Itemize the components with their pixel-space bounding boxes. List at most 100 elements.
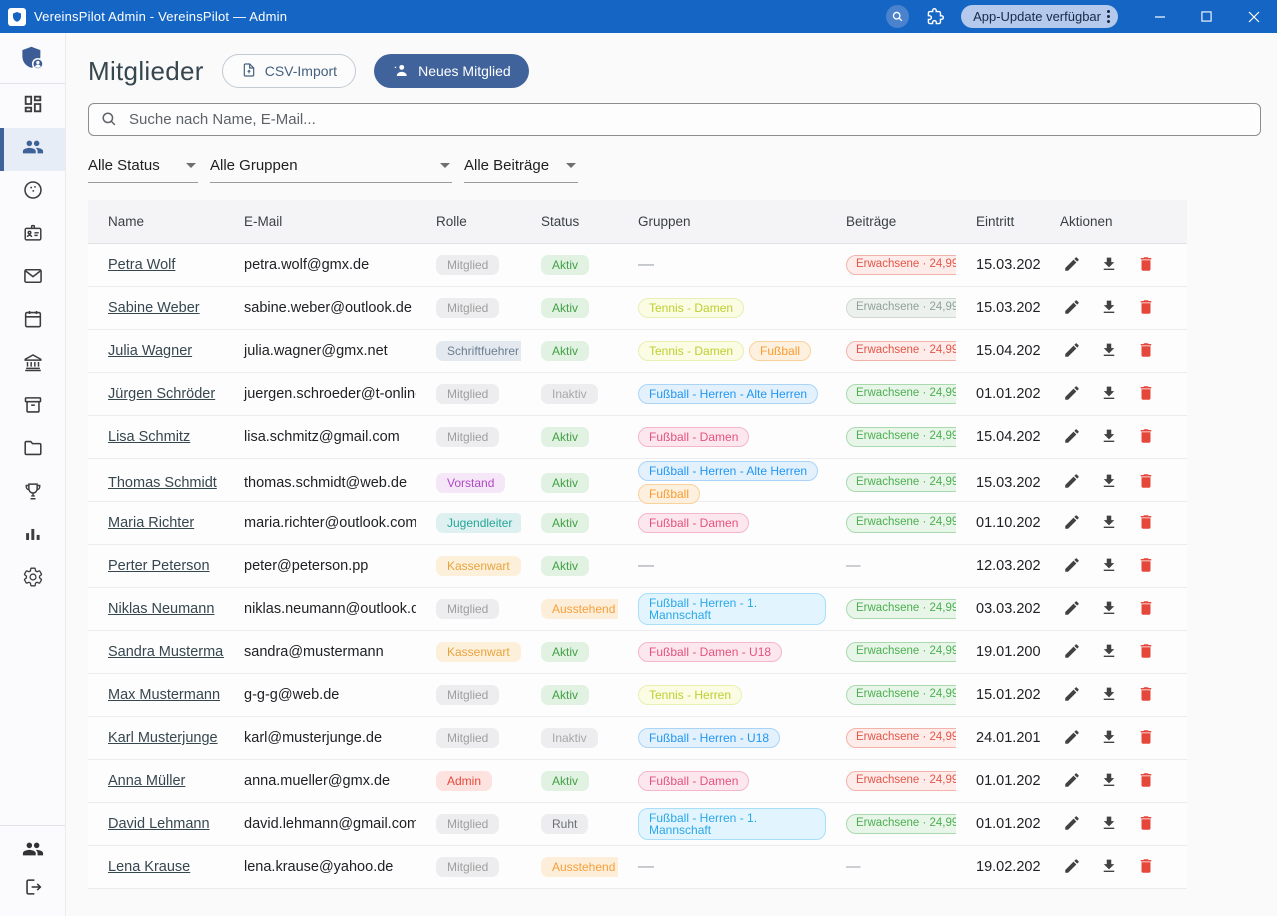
sidebar-item-chart[interactable] (0, 515, 65, 558)
status-badge: Inaktiv (541, 728, 598, 748)
extensions-icon[interactable] (923, 5, 947, 29)
member-name-link[interactable]: Petra Wolf (108, 257, 175, 273)
sidebar-item-folder[interactable] (0, 429, 65, 472)
app-update-button[interactable]: App-Update verfügbar (961, 5, 1118, 28)
titlebar: VereinsPilot Admin - VereinsPilot — Admi… (0, 0, 1277, 33)
sidebar-item-logout[interactable] (0, 870, 65, 908)
delete-icon (1137, 685, 1155, 706)
maximize-button[interactable] (1183, 0, 1230, 33)
titlebar-search-icon[interactable] (886, 5, 910, 28)
groups-cell: Fußball - Damen - U18 (618, 640, 826, 664)
table-row: Maria Richter maria.richter@outlook.com Ju… (88, 502, 1187, 545)
delete-button[interactable] (1136, 513, 1156, 533)
member-name-link[interactable]: Maria Richter (108, 515, 194, 531)
delete-button[interactable] (1136, 341, 1156, 361)
download-button[interactable] (1099, 341, 1119, 361)
minimize-button[interactable] (1136, 0, 1183, 33)
download-button[interactable] (1099, 814, 1119, 834)
sidebar-item-members-admin[interactable] (0, 832, 65, 870)
edit-button[interactable] (1062, 298, 1082, 318)
edit-button[interactable] (1062, 685, 1082, 705)
download-button[interactable] (1099, 384, 1119, 404)
delete-button[interactable] (1136, 857, 1156, 877)
download-button[interactable] (1099, 427, 1119, 447)
delete-button[interactable] (1136, 556, 1156, 576)
edit-button[interactable] (1062, 814, 1082, 834)
edit-button[interactable] (1062, 427, 1082, 447)
chevron-down-icon (186, 162, 196, 168)
edit-button[interactable] (1062, 728, 1082, 748)
download-button[interactable] (1099, 556, 1119, 576)
filter-select-0[interactable]: Alle Status (88, 154, 198, 183)
sidebar-item-calendar[interactable] (0, 300, 65, 343)
delete-button[interactable] (1136, 728, 1156, 748)
member-name-link[interactable]: Niklas Neumann (108, 601, 214, 617)
sidebar-item-dashboard[interactable] (0, 85, 65, 128)
new-member-button[interactable]: Neues Mitglied (374, 54, 529, 88)
sidebar-item-mail[interactable] (0, 257, 65, 300)
edit-button[interactable] (1062, 556, 1082, 576)
member-name-link[interactable]: Karl Musterjunge (108, 730, 218, 746)
member-name-link[interactable]: Sabine Weber (108, 300, 200, 316)
delete-button[interactable] (1136, 384, 1156, 404)
edit-button[interactable] (1062, 599, 1082, 619)
edit-button[interactable] (1062, 771, 1082, 791)
download-button[interactable] (1099, 642, 1119, 662)
member-name-link[interactable]: Lena Krause (108, 859, 190, 875)
delete-button[interactable] (1136, 771, 1156, 791)
sidebar-item-badge[interactable] (0, 214, 65, 257)
delete-button[interactable] (1136, 298, 1156, 318)
delete-button[interactable] (1136, 473, 1156, 493)
kebab-menu-icon[interactable] (1107, 10, 1110, 23)
delete-icon (1137, 728, 1155, 749)
delete-button[interactable] (1136, 814, 1156, 834)
edit-button[interactable] (1062, 857, 1082, 877)
sidebar-item-settings[interactable] (0, 558, 65, 601)
delete-button[interactable] (1136, 599, 1156, 619)
sidebar-item-trophy[interactable] (0, 472, 65, 515)
sidebar-item-members[interactable] (0, 128, 65, 171)
delete-button[interactable] (1136, 427, 1156, 447)
member-name-link[interactable]: Anna Müller (108, 773, 185, 789)
sidebar-item-archive[interactable] (0, 386, 65, 429)
member-name-link[interactable]: David Lehmann (108, 816, 210, 832)
download-button[interactable] (1099, 473, 1119, 493)
csv-import-button[interactable]: CSV-Import (221, 54, 357, 88)
download-button[interactable] (1099, 599, 1119, 619)
member-name-link[interactable]: Perter Peterson (108, 558, 210, 574)
delete-button[interactable] (1136, 255, 1156, 275)
download-button[interactable] (1099, 298, 1119, 318)
close-button[interactable] (1230, 0, 1277, 33)
role-chip: Jugendleiter (436, 513, 521, 533)
delete-button[interactable] (1136, 642, 1156, 662)
filter-select-2[interactable]: Alle Beiträge (464, 154, 578, 183)
download-button[interactable] (1099, 255, 1119, 275)
edit-button[interactable] (1062, 341, 1082, 361)
edit-button[interactable] (1062, 384, 1082, 404)
download-button[interactable] (1099, 685, 1119, 705)
member-name-link[interactable]: Sandra Mustermann (108, 644, 224, 660)
member-name-link[interactable]: Lisa Schmitz (108, 429, 190, 445)
download-button[interactable] (1099, 728, 1119, 748)
member-name-link[interactable]: Julia Wagner (108, 343, 192, 359)
member-name-link[interactable]: Jürgen Schröder (108, 386, 215, 402)
sidebar-item-sports[interactable] (0, 171, 65, 214)
sidebar-item-bank[interactable] (0, 343, 65, 386)
edit-button[interactable] (1062, 255, 1082, 275)
member-email: anna.mueller@gmx.de (244, 773, 391, 789)
delete-button[interactable] (1136, 685, 1156, 705)
delete-icon (1137, 298, 1155, 319)
edit-button[interactable] (1062, 642, 1082, 662)
chevron-down-icon (440, 162, 450, 168)
search-input[interactable] (88, 103, 1261, 136)
edit-button[interactable] (1062, 513, 1082, 533)
member-name-link[interactable]: Thomas Schmidt (108, 475, 217, 491)
download-button[interactable] (1099, 513, 1119, 533)
edit-button[interactable] (1062, 473, 1082, 493)
member-name-link[interactable]: Max Mustermann (108, 687, 220, 703)
trophy-icon (22, 480, 44, 507)
window-title: VereinsPilot Admin - VereinsPilot — Admi… (34, 9, 288, 24)
download-button[interactable] (1099, 857, 1119, 877)
download-button[interactable] (1099, 771, 1119, 791)
filter-select-1[interactable]: Alle Gruppen (210, 154, 452, 183)
